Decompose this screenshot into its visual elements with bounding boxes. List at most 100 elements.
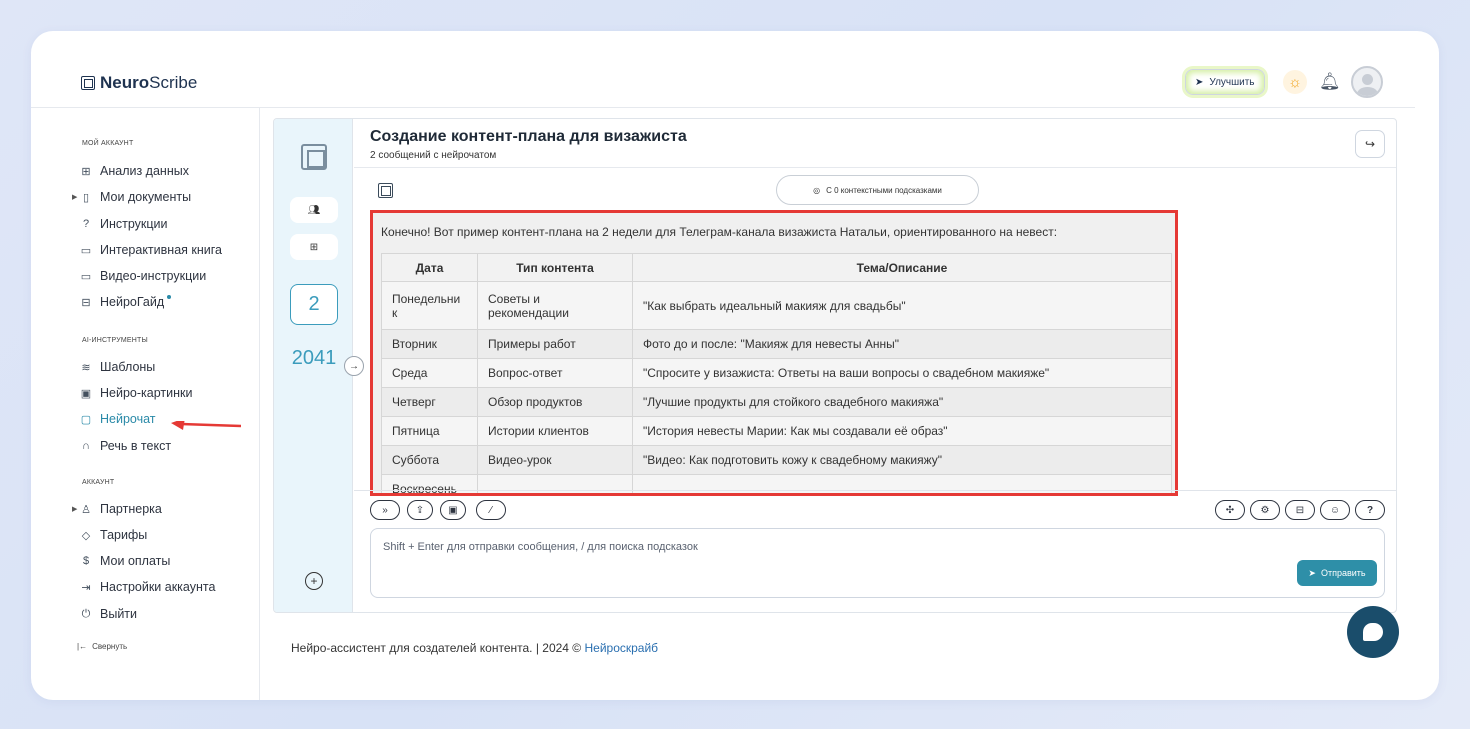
sidebar-item-video-instructions[interactable]: ▭ Видео-инструкции [79,267,206,285]
chat-icon: ▢ [80,413,92,426]
support-chat-button[interactable] [1347,606,1399,658]
sidebar-item-label: Мои оплаты [100,554,171,568]
input-placeholder: Shift + Enter для отправки сообщения, / … [383,541,698,553]
layout-button[interactable]: ⊟ [1285,500,1315,520]
app-logo[interactable]: Neuro Scribe [81,73,197,93]
sidebar-item-interactive-book[interactable]: ▭ Интерактивная книга [79,241,222,259]
upgrade-label: Улучшить [1209,76,1255,88]
message-input[interactable]: Shift + Enter для отправки сообщения, / … [370,528,1385,598]
table-icon: ⊟ [81,296,91,309]
magic-wand-button[interactable]: ⁄ [476,500,506,520]
app-window: Neuro Scribe ➤ Улучшить ☼ 🔔︎ МОЙ АККАУНТ … [31,31,1439,700]
table-row: Пятница Истории клиентов "История невесты … [381,416,1172,446]
upload-button[interactable]: ⇪ [407,500,433,520]
sidebar-item-label: Настройки аккаунта [100,580,216,594]
sidebar-item-label: НейроГайд [100,295,165,309]
add-chat-button[interactable]: + [305,572,323,590]
neuroscribe-logo-icon [301,144,327,170]
palette-icon: ◎ [813,185,821,195]
context-hints-button[interactable]: ◎ С 0 контекстными подсказками [776,175,979,205]
rail-grid-button[interactable]: ⊞ [290,234,338,260]
table-header-topic: Тема/Описание [632,253,1172,282]
chat-panel: 👥︎ ⊞ 2 2041 + → Создание контент-плана д… [273,118,1397,613]
upgrade-button[interactable]: ➤ Улучшить [1185,69,1265,95]
layout-icon: ⊟ [1295,504,1305,516]
sidebar-item-label: Тарифы [100,528,148,542]
puzzle-button[interactable]: ✣ [1215,500,1245,520]
sidebar-item-my-payments[interactable]: $ Мои оплаты [79,552,170,570]
user-avatar[interactable] [1351,66,1383,98]
hints-label: С 0 контекстными подсказками [826,185,942,195]
users-icon: 👥︎ [307,204,321,216]
help-button[interactable]: ? [1355,500,1385,520]
tag-icon: ◇ [81,529,91,542]
theme-toggle-sun-icon[interactable]: ☼ [1283,70,1307,94]
collapse-label: Свернуть [92,642,128,651]
sidebar-item-label: Мои документы [100,190,192,204]
top-bar: Neuro Scribe ➤ Улучшить ☼ 🔔︎ [31,31,1415,108]
sidebar-item-account-settings[interactable]: ⇥ Настройки аккаунта [79,578,215,596]
send-icon: ➤ [1308,567,1316,578]
section-title-account: МОЙ АККАУНТ [82,140,134,147]
sidebar-item-neuroguide[interactable]: ⊟ НейроГайд [79,293,175,311]
image-upload-button[interactable]: ▣ [440,500,466,520]
image-icon: ▣ [80,387,92,400]
sidebar-item-my-documents[interactable]: ▶ ▯ Мои документы [72,188,192,206]
sidebar-item-instructions[interactable]: ? Инструкции [79,215,168,233]
chat-rail: 👥︎ ⊞ 2 2041 + [274,119,353,612]
footer-text: Нейро-ассистент для создателей контента.… [291,641,585,655]
footer-link[interactable]: Нейроскрайб [584,641,658,655]
sidebar-item-templates[interactable]: ≋ Шаблоны [79,358,155,376]
sidebar-item-data-analysis[interactable]: ⊞ Анализ данных [79,162,189,180]
caret-right-icon: ▶ [72,506,78,513]
table-cell: Суббота [381,445,478,475]
collapse-chevrons-button[interactable]: » [370,500,400,520]
image-icon: ▣ [448,504,458,516]
sidebar-item-label: Нейро-картинки [100,386,193,400]
robot-button[interactable]: ☺ [1320,500,1350,520]
sidebar-item-speech-to-text[interactable]: ∩ Речь в текст [79,437,171,455]
expand-arrow-button[interactable]: → [344,356,364,376]
table-cell [632,474,1172,493]
chat-bubble-icon [1363,623,1383,641]
headphones-icon: ∩ [82,440,90,452]
document-icon: ▯ [82,191,90,204]
bot-message: Конечно! Вот пример контент-плана на 2 н… [370,210,1178,496]
sidebar-item-label: Анализ данных [100,164,189,178]
sidebar-item-neurochat[interactable]: ▢ Нейрочат [79,410,156,428]
year-label: 2041 [291,347,337,369]
table-row: Среда Вопрос-ответ "Спросите у визажиста: … [381,358,1172,388]
message-intro: Конечно! Вот пример контент-плана на 2 н… [381,225,1058,239]
chat-count-badge[interactable]: 2 [290,284,338,325]
collapse-icon: |← [77,642,88,651]
notifications-bell-icon[interactable]: 🔔︎ [1319,72,1341,92]
table-cell: Советы и рекомендации [477,281,633,330]
sidebar-item-logout[interactable]: ⏻ Выйти [79,605,137,623]
table-cell: "История невесты Марии: Как мы создавали… [632,416,1172,446]
rail-users-button[interactable]: 👥︎ [290,197,338,223]
chevrons-down-icon: » [382,504,388,516]
sidebar-item-label: Речь в текст [100,439,172,453]
logo-icon [81,76,95,90]
table-cell: Обзор продуктов [477,387,633,417]
settings-button[interactable]: ⚙ [1250,500,1280,520]
collapse-sidebar-button[interactable]: |← Свернуть [77,642,127,651]
sidebar-item-label: Инструкции [100,217,168,231]
table-row: Вторник Примеры работ Фото до и после: "Ма… [381,329,1172,359]
table-header-date: Дата [381,253,478,282]
table-cell: Истории клиентов [477,416,633,446]
send-label: Отправить [1320,568,1366,578]
help-circle-icon: ? [82,218,90,230]
sidebar-item-label: Партнерка [100,502,162,516]
table-cell: Четверг [381,387,478,417]
new-indicator-dot [167,295,172,299]
table-cell: Вопрос-ответ [477,358,633,388]
sidebar-item-partners[interactable]: ▶ ♙ Партнерка [72,500,162,518]
send-button[interactable]: ➤ Отправить [1297,560,1377,586]
sidebar-item-tariffs[interactable]: ◇ Тарифы [79,526,147,544]
chat-title: Создание контент-плана для визажиста [370,128,687,145]
table-cell: Среда [381,358,478,388]
share-button[interactable]: ↪ [1355,130,1385,158]
puzzle-icon: ✣ [1225,504,1235,516]
sidebar-item-neuro-images[interactable]: ▣ Нейро-картинки [79,384,193,402]
